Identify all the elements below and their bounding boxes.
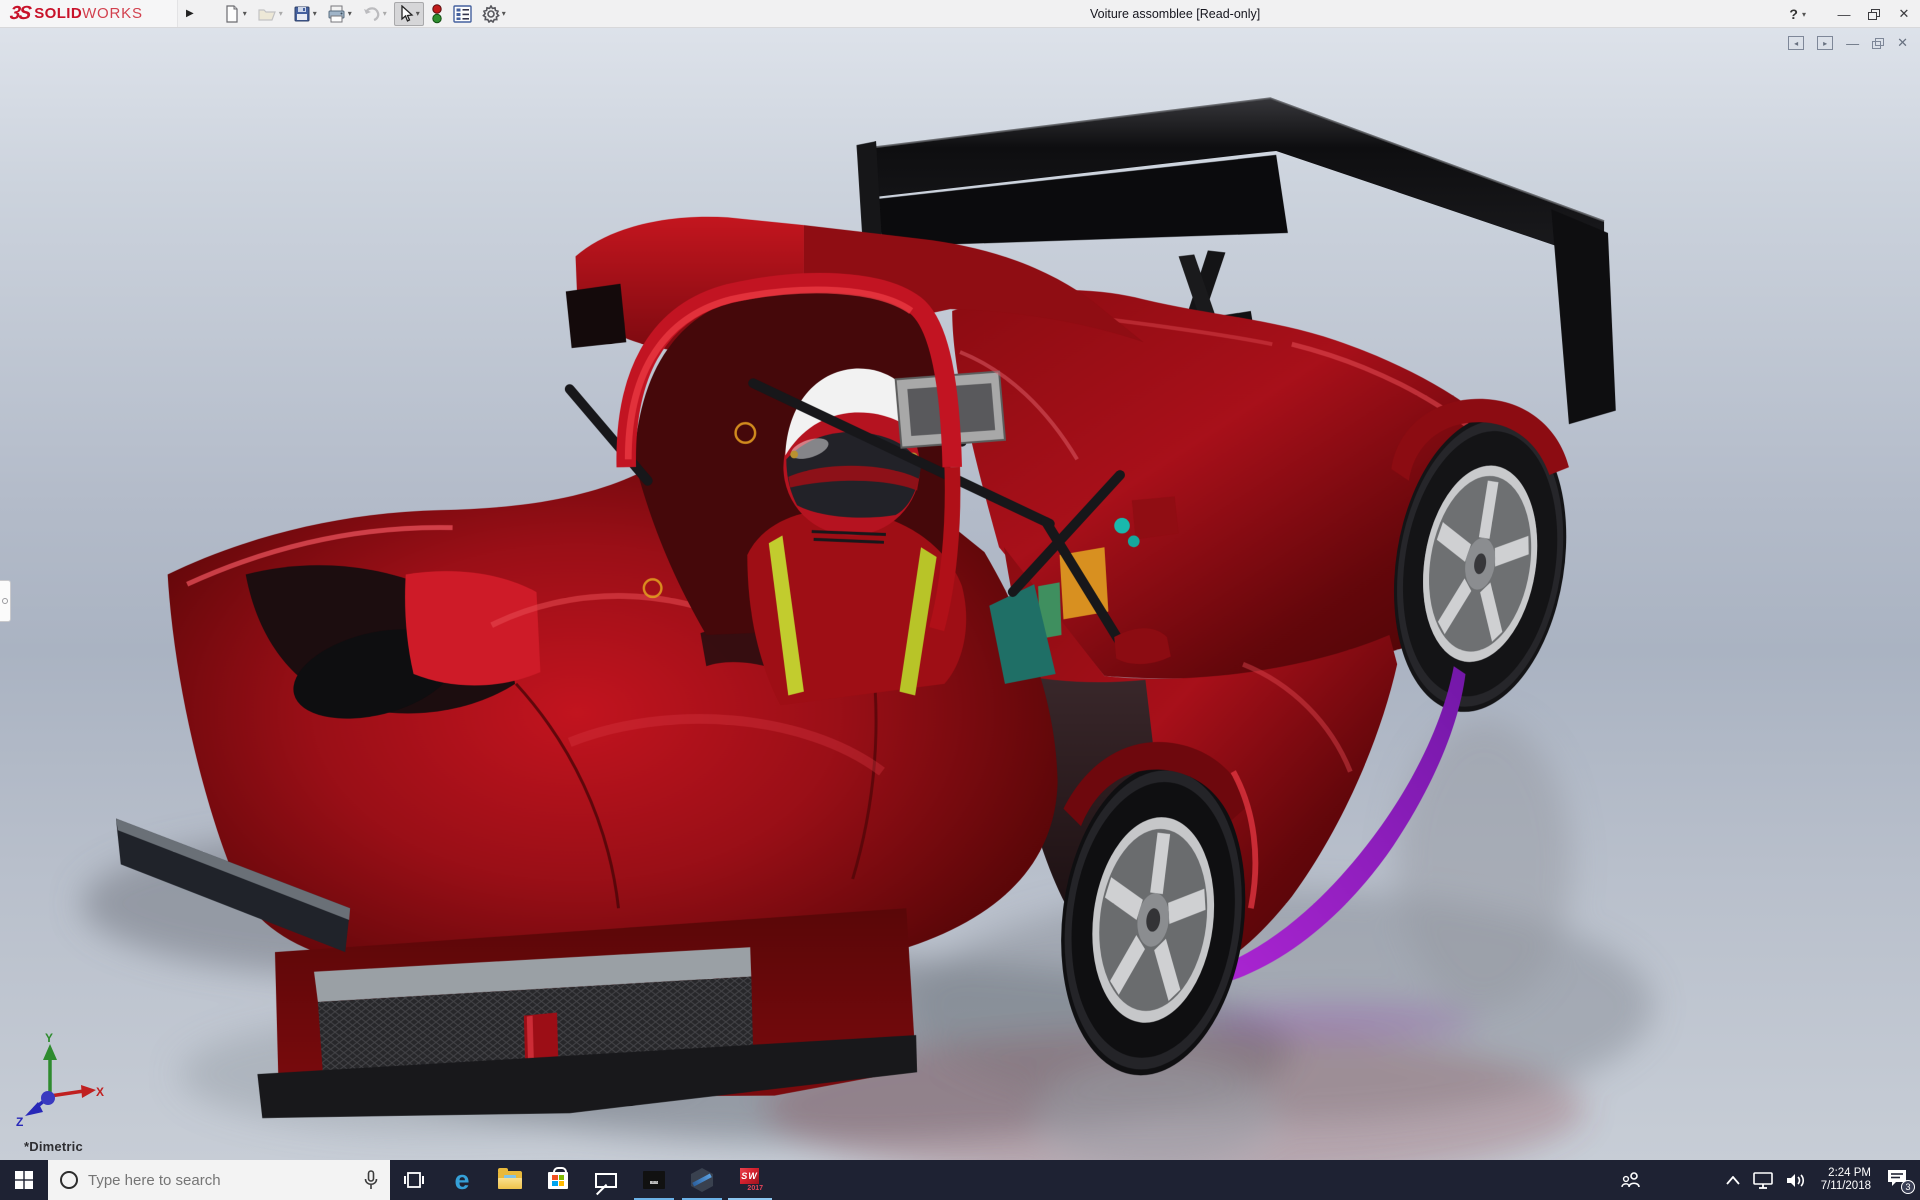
gear-icon: [482, 5, 500, 23]
display-pane-icon: [453, 5, 472, 23]
notification-badge: 3: [1901, 1180, 1915, 1194]
display-pane-button[interactable]: [450, 3, 475, 25]
taskbar: e C:\ C:\_ SW: [0, 1160, 1920, 1200]
hexagon-app-icon: [690, 1168, 714, 1192]
file-explorer-button[interactable]: [486, 1160, 534, 1200]
task-view-button[interactable]: [390, 1160, 438, 1200]
open-folder-icon: [257, 5, 277, 23]
quick-access-toolbar: ▾ ▾ ▾ ▾ ▾ ▾: [220, 0, 509, 28]
start-button[interactable]: [0, 1160, 48, 1200]
triad-y-label: Y: [45, 1031, 53, 1045]
action-center-button[interactable]: 3: [1886, 1168, 1912, 1192]
tray-overflow-chevron-icon[interactable]: [1726, 1176, 1740, 1185]
undo-arrow-icon: [362, 5, 381, 22]
triad-x-label: X: [96, 1085, 104, 1099]
orientation-triad: Y X Z: [8, 1030, 104, 1126]
taskbar-clock[interactable]: 2:24 PM 7/11/2018: [1819, 1167, 1873, 1193]
network-icon[interactable]: [1753, 1172, 1773, 1189]
cortana-icon: [60, 1171, 78, 1189]
new-document-icon: [223, 5, 241, 23]
inner-fender-panel: [405, 571, 540, 685]
view-orientation-label: *Dimetric: [24, 1139, 83, 1154]
graphics-viewport[interactable]: ◂ ▸ — ✕ Y X Z *Dimetric: [0, 28, 1920, 1160]
store-icon: [548, 1172, 568, 1189]
mail-icon: [595, 1173, 617, 1188]
car-model-render: [0, 28, 1920, 1160]
microphone-icon[interactable]: [364, 1170, 378, 1190]
desktop: 3S SOLIDWORKS ▶ ▾ ▾ ▾ ▾ ▾: [0, 0, 1920, 1200]
volume-icon[interactable]: [1786, 1172, 1806, 1189]
select-cursor-icon: [398, 5, 414, 23]
hexagon-app-button[interactable]: [678, 1160, 726, 1200]
open-button[interactable]: ▾: [254, 3, 286, 25]
document-close-button[interactable]: ✕: [1897, 35, 1908, 51]
solidworks-2017-icon: SW 2017: [737, 1167, 763, 1193]
command-prompt-button[interactable]: C:\ C:\_: [630, 1160, 678, 1200]
featuremanager-splitter-handle[interactable]: [0, 580, 11, 622]
titlebar: 3S SOLIDWORKS ▶ ▾ ▾ ▾ ▾ ▾: [0, 0, 1920, 28]
command-prompt-icon: C:\ C:\_: [643, 1171, 665, 1189]
new-document-button[interactable]: ▾: [220, 3, 250, 25]
window-title: Voiture assomblee [Read-only]: [1090, 0, 1260, 28]
store-button[interactable]: [534, 1160, 582, 1200]
document-minimize-button[interactable]: —: [1846, 36, 1859, 51]
restore-button[interactable]: [1868, 9, 1880, 20]
undo-button[interactable]: ▾: [359, 3, 390, 24]
help-button[interactable]: ?▾: [1789, 6, 1806, 22]
taskbar-search[interactable]: [48, 1160, 390, 1200]
edge-button[interactable]: e: [438, 1160, 486, 1200]
document-window-controls: ◂ ▸ — ✕: [1788, 35, 1908, 51]
file-explorer-icon: [498, 1171, 522, 1189]
pane-left-icon[interactable]: ◂: [1788, 36, 1804, 50]
clock-date: 7/11/2018: [1821, 1180, 1871, 1193]
people-icon[interactable]: [1620, 1171, 1642, 1189]
clock-time: 2:24 PM: [1821, 1167, 1871, 1180]
solidworks-logo: 3S SOLIDWORKS: [0, 0, 178, 27]
select-button[interactable]: ▾: [394, 2, 424, 26]
search-input[interactable]: [88, 1172, 354, 1189]
document-restore-button[interactable]: [1872, 38, 1884, 49]
titlebar-controls: ?▾ — ✕: [1789, 0, 1914, 28]
toolbar-flyout-arrow[interactable]: ▶: [186, 8, 194, 19]
system-tray: 2:24 PM 7/11/2018 3: [1620, 1160, 1920, 1200]
brand-solid: SOLID: [34, 5, 82, 22]
mirror: [1132, 496, 1179, 539]
triad-z-label: Z: [16, 1115, 23, 1126]
brand-works: WORKS: [82, 5, 143, 22]
ds-mark-icon: 3S: [8, 3, 30, 25]
mail-button[interactable]: [582, 1160, 630, 1200]
pane-right-icon[interactable]: ▸: [1817, 36, 1833, 50]
windows-logo-icon: [15, 1171, 33, 1189]
print-icon: [327, 5, 346, 23]
traffic-light-icon: [431, 4, 443, 24]
solidworks-2017-button[interactable]: SW 2017: [726, 1160, 774, 1200]
print-button[interactable]: ▾: [324, 3, 355, 25]
save-floppy-icon: [293, 5, 311, 23]
save-button[interactable]: ▾: [290, 3, 320, 25]
traffic-light-button[interactable]: [428, 2, 446, 26]
minimize-button[interactable]: —: [1834, 7, 1854, 22]
edge-icon: e: [454, 1167, 469, 1194]
close-button[interactable]: ✕: [1894, 6, 1914, 22]
task-view-icon: [404, 1171, 424, 1189]
options-button[interactable]: ▾: [479, 3, 509, 25]
